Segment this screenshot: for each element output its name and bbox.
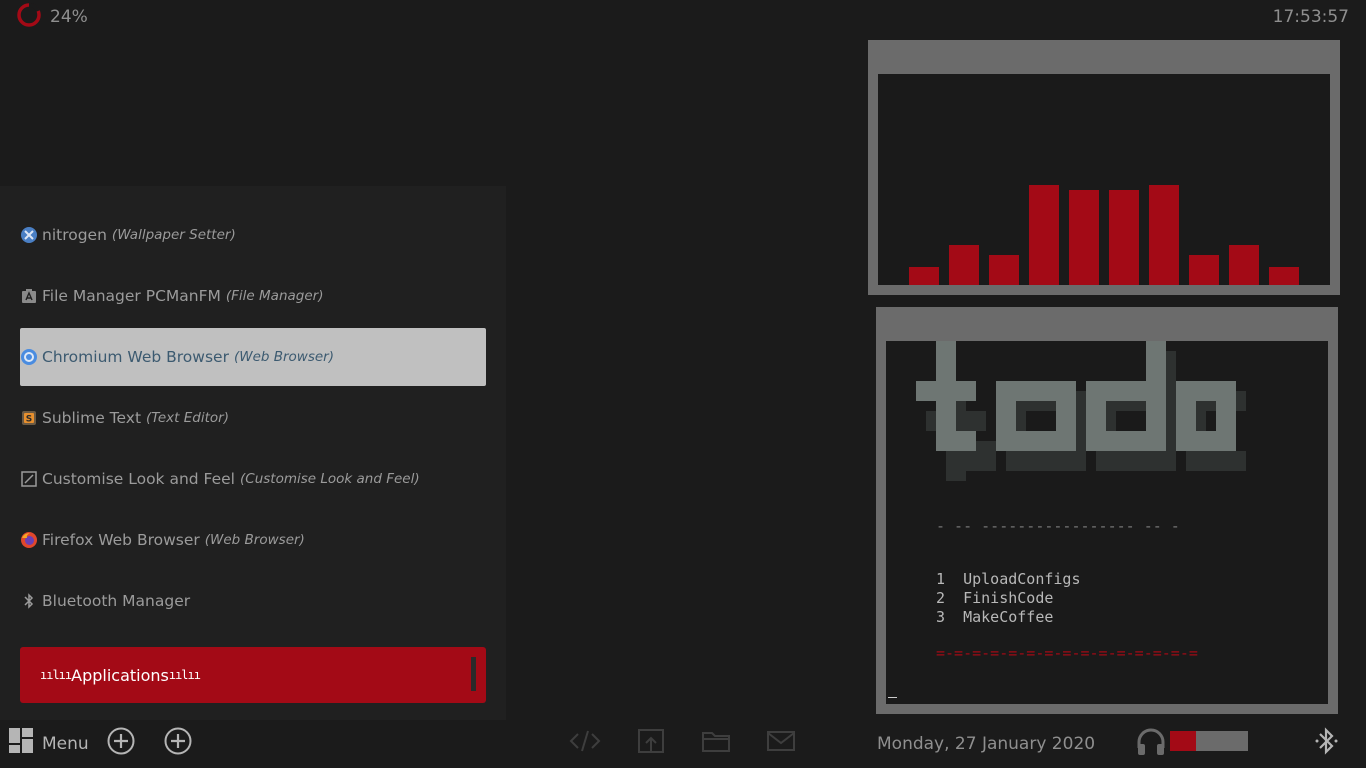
visualizer-bar (1149, 185, 1179, 285)
app-item-category: (Web Browser) (233, 349, 335, 365)
nitrogen-icon (20, 226, 38, 244)
add-launcher-icon[interactable] (106, 726, 136, 756)
audio-wave-icon: ıılıı (168, 668, 201, 682)
bluetooth-icon[interactable] (1312, 725, 1342, 757)
category-label: Applications (71, 665, 169, 685)
todo-item: 3 MakeCoffee (936, 608, 1053, 626)
app-item-sublime-text[interactable]: S Sublime Text (Text Editor) (20, 389, 486, 447)
audio-wave-icon: ıılıı (40, 668, 72, 682)
cpu-usage-ring-icon (17, 3, 41, 27)
visualizer-bar (949, 245, 979, 285)
todo-separator-bottom: =-=-=-=-=-=-=-=-=-=-=-=-=-=-= (936, 644, 1198, 662)
app-item-name: Chromium Web Browser (42, 348, 229, 366)
todo-item: 1 UploadConfigs (936, 570, 1081, 588)
todo-separator-top: - -- ----------------- -- - (936, 517, 1180, 535)
todo-terminal-window: - -- ----------------- -- - 1 UploadConf… (876, 307, 1338, 714)
folder-icon[interactable] (699, 726, 733, 756)
todo-item: 2 FinishCode (936, 589, 1053, 607)
add-launcher-icon[interactable] (163, 726, 193, 756)
app-item-bluetooth-manager[interactable]: Bluetooth Manager (20, 572, 486, 630)
mail-icon[interactable] (764, 726, 798, 756)
app-item-firefox[interactable]: Firefox Web Browser (Web Browser) (20, 511, 486, 569)
visualizer-bar (989, 255, 1019, 285)
visualizer-bar (1069, 190, 1099, 285)
audio-visualizer-canvas (878, 74, 1330, 285)
todo-item-number: 1 (936, 570, 946, 588)
menu-button-label[interactable]: Menu (42, 734, 89, 754)
appearance-icon (20, 470, 38, 488)
app-item-customise-look-and-feel[interactable]: Customise Look and Feel (Customise Look … (20, 450, 486, 508)
todo-item-number: 2 (936, 589, 946, 607)
bluetooth-icon (20, 592, 38, 610)
audio-visualizer-window (868, 40, 1340, 295)
visualizer-bar (1229, 245, 1259, 285)
menu-grid-icon[interactable] (9, 728, 35, 754)
app-item-name: Customise Look and Feel (42, 470, 235, 488)
visualizer-bar (1189, 255, 1219, 285)
firefox-icon (20, 531, 38, 549)
taskbar: Menu Monday, 27 January 2020 (0, 720, 1366, 768)
clock: 17:53:57 (1272, 7, 1349, 27)
terminal-cursor (888, 697, 897, 698)
visualizer-bar (1269, 267, 1299, 285)
app-item-category: (Web Browser) (204, 532, 305, 548)
todo-terminal[interactable]: - -- ----------------- -- - 1 UploadConf… (886, 341, 1328, 704)
app-item-category: (File Manager) (225, 288, 324, 304)
svg-text:S: S (26, 415, 32, 425)
category-scroll-handle[interactable] (471, 657, 476, 691)
visualizer-bar (1029, 185, 1059, 285)
app-item-name: Sublime Text (42, 409, 142, 427)
app-item-chromium[interactable]: Chromium Web Browser (Web Browser) (20, 328, 486, 386)
date-display: Monday, 27 January 2020 (877, 734, 1096, 754)
app-item-category: (Customise Look and Feel) (240, 471, 420, 487)
app-item-name: Bluetooth Manager (42, 592, 191, 610)
app-item-category: (Wallpaper Setter) (111, 227, 236, 243)
volume-slider-fill (1170, 731, 1196, 751)
volume-slider[interactable] (1170, 731, 1248, 751)
todo-item-text: UploadConfigs (963, 570, 1081, 588)
todo-ascii-logo (916, 341, 1246, 481)
app-item-name: nitrogen (42, 226, 107, 244)
todo-item-text: MakeCoffee (963, 608, 1054, 626)
cpu-usage-text: 24% (50, 7, 88, 27)
file-manager-icon (20, 287, 38, 305)
todo-item-number: 3 (936, 608, 946, 626)
app-item-nitrogen[interactable]: nitrogen (Wallpaper Setter) (20, 206, 486, 264)
app-item-name: Firefox Web Browser (42, 531, 200, 549)
code-editor-icon[interactable] (568, 726, 602, 756)
todo-item-text: FinishCode (963, 589, 1054, 607)
app-item-file-manager[interactable]: File Manager PCManFM (File Manager) (20, 267, 486, 325)
app-item-category: (Text Editor) (146, 410, 229, 426)
upload-icon[interactable] (634, 726, 668, 756)
visualizer-bar (1109, 190, 1139, 285)
application-launcher: nitrogen (Wallpaper Setter) File Manager… (0, 186, 506, 720)
category-bar-applications[interactable]: ıılıı Applications ıılıı (20, 647, 486, 703)
visualizer-bar (909, 267, 939, 285)
chromium-icon (20, 348, 38, 366)
sublime-text-icon: S (20, 409, 38, 427)
app-item-name: File Manager PCManFM (42, 287, 221, 305)
headphones-icon[interactable] (1135, 726, 1167, 758)
